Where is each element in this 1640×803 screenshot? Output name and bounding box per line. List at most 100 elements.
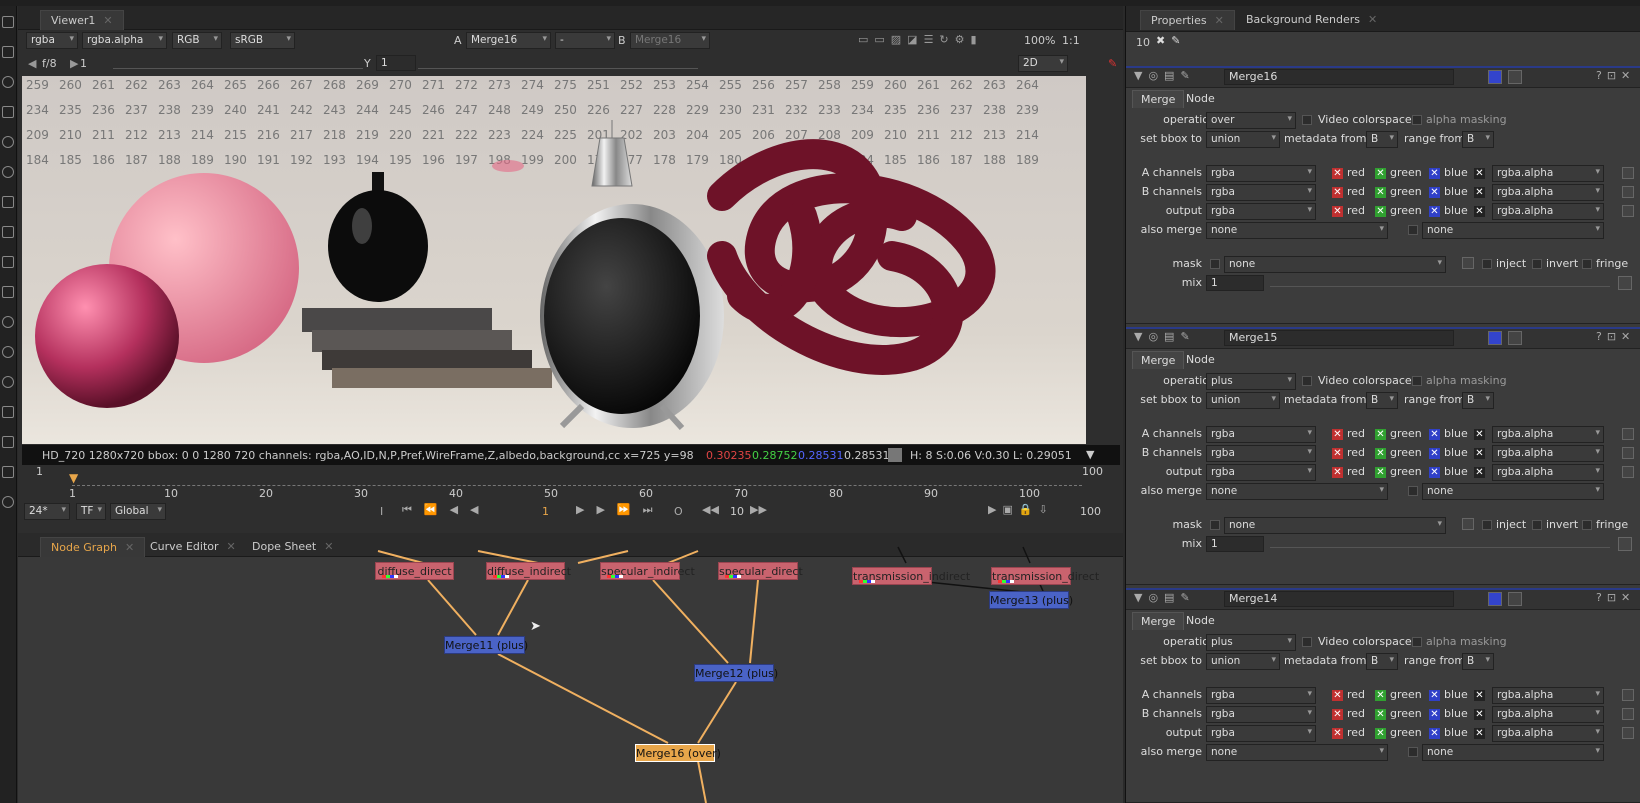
red-checkbox[interactable]: ✕	[1332, 728, 1343, 739]
playback-options-icons[interactable]: ▶▣🔒⇩	[988, 503, 1054, 516]
draw-tool-icon[interactable]	[2, 46, 14, 58]
panel-color-button[interactable]	[1488, 331, 1502, 345]
red-checkbox[interactable]: ✕	[1332, 429, 1343, 440]
filter-tool-icon[interactable]	[2, 166, 14, 178]
node-merge12[interactable]: Merge12 (plus)	[694, 664, 778, 682]
metadata-dropdown[interactable]: B	[1366, 653, 1398, 670]
range-dropdown[interactable]: B	[1462, 131, 1494, 148]
fstop-value[interactable]: f/8	[42, 57, 57, 70]
bbox-dropdown[interactable]: union	[1206, 392, 1280, 409]
also-merge-dropdown[interactable]: none	[1206, 483, 1388, 500]
metadata-dropdown[interactable]: B	[1366, 392, 1398, 409]
video-colorspace-checkbox[interactable]	[1302, 376, 1312, 386]
green-checkbox[interactable]: ✕	[1375, 187, 1386, 198]
toolsets-tool-icon[interactable]	[2, 436, 14, 448]
alpha-dropdown[interactable]: rgba.alpha	[82, 32, 167, 49]
alpha-checkbox[interactable]: ✕	[1474, 728, 1485, 739]
alpha-checkbox[interactable]: ✕	[1474, 429, 1485, 440]
panel-tool-icons[interactable]: ✖✎	[1156, 34, 1186, 47]
blue-checkbox[interactable]: ✕	[1429, 206, 1440, 217]
particles-tool-icon[interactable]	[2, 316, 14, 328]
mask-checkbox[interactable]	[1210, 520, 1220, 530]
tab-merge[interactable]: Merge	[1132, 90, 1185, 108]
alpha-channel-dropdown[interactable]: rgba.alpha	[1492, 445, 1604, 462]
blue-checkbox[interactable]: ✕	[1429, 429, 1440, 440]
metadata-dropdown[interactable]: B	[1366, 131, 1398, 148]
time-tool-icon[interactable]	[2, 76, 14, 88]
red-checkbox[interactable]: ✕	[1332, 168, 1343, 179]
image-tool-icon[interactable]	[2, 16, 14, 28]
mix-field[interactable]: 1	[1206, 536, 1264, 552]
channel-tool-icon[interactable]	[2, 106, 14, 118]
fringe-checkbox[interactable]	[1582, 520, 1592, 530]
bbox-dropdown[interactable]: union	[1206, 131, 1280, 148]
video-colorspace-checkbox[interactable]	[1302, 637, 1312, 647]
keyer-tool-icon[interactable]	[2, 196, 14, 208]
operation-dropdown[interactable]: plus	[1206, 634, 1296, 651]
other-tool-icon[interactable]	[2, 466, 14, 478]
channel-menu-button[interactable]	[1622, 727, 1634, 739]
tab-merge[interactable]: Merge	[1132, 612, 1185, 630]
a-channels-dropdown[interactable]: rgba	[1206, 426, 1316, 443]
panel-header-icons[interactable]: ▼◎▤✎	[1134, 69, 1196, 82]
alpha-checkbox[interactable]: ✕	[1474, 448, 1485, 459]
tab-viewer1[interactable]: Viewer1 ✕	[40, 10, 124, 30]
also-merge-checkbox[interactable]	[1408, 747, 1418, 757]
alpha-checkbox[interactable]: ✕	[1474, 168, 1485, 179]
red-checkbox[interactable]: ✕	[1332, 206, 1343, 217]
also-merge-checkbox[interactable]	[1408, 225, 1418, 235]
alpha-channel-dropdown[interactable]: rgba.alpha	[1492, 165, 1604, 182]
output-dropdown[interactable]: rgba	[1206, 203, 1316, 220]
channels-dropdown[interactable]: rgba	[26, 32, 78, 49]
blue-checkbox[interactable]: ✕	[1429, 168, 1440, 179]
mask-dropdown[interactable]: none	[1224, 256, 1446, 273]
mask-channel-button[interactable]	[1462, 257, 1474, 269]
panel-header-icons[interactable]: ▼◎▤✎	[1134, 591, 1196, 604]
a-channels-dropdown[interactable]: rgba	[1206, 687, 1316, 704]
frame-field[interactable]: 1	[542, 505, 549, 518]
step-value[interactable]: 10	[730, 505, 744, 518]
operation-dropdown[interactable]: over	[1206, 112, 1296, 129]
fps-dropdown[interactable]: 24*	[24, 503, 70, 520]
alpha-channel-dropdown[interactable]: rgba.alpha	[1492, 426, 1604, 443]
output-dropdown[interactable]: rgba	[1206, 464, 1316, 481]
channel-menu-button[interactable]	[1622, 167, 1634, 179]
green-checkbox[interactable]: ✕	[1375, 690, 1386, 701]
alpha-checkbox[interactable]: ✕	[1474, 690, 1485, 701]
blue-checkbox[interactable]: ✕	[1429, 187, 1440, 198]
node-merge11[interactable]: Merge11 (plus)	[444, 636, 528, 654]
tf-dropdown[interactable]: TF	[76, 503, 106, 520]
blue-checkbox[interactable]: ✕	[1429, 448, 1440, 459]
red-checkbox[interactable]: ✕	[1332, 187, 1343, 198]
out-point-button[interactable]: O	[674, 505, 683, 518]
viewer-image[interactable]: 259 260 261 262 263 264 265 266 267 268 269 270 271 2…	[22, 76, 1086, 444]
display-mode-dropdown[interactable]: RGB	[172, 32, 222, 49]
color-tool-icon[interactable]	[2, 136, 14, 148]
close-icon[interactable]: ✕	[103, 14, 112, 27]
green-checkbox[interactable]: ✕	[1375, 448, 1386, 459]
lut-dropdown[interactable]: sRGB	[230, 32, 295, 49]
mix-slider[interactable]	[1270, 277, 1610, 287]
range-dropdown[interactable]: B	[1462, 653, 1494, 670]
alpha-masking-checkbox[interactable]	[1412, 115, 1422, 125]
channel-menu-button[interactable]	[1622, 466, 1634, 478]
channel-menu-button[interactable]	[1622, 205, 1634, 217]
inject-checkbox[interactable]	[1482, 520, 1492, 530]
alpha-channel-dropdown[interactable]: rgba.alpha	[1492, 687, 1604, 704]
gamma-value[interactable]: 1	[376, 55, 416, 71]
red-checkbox[interactable]: ✕	[1332, 709, 1343, 720]
alpha-masking-checkbox[interactable]	[1412, 637, 1422, 647]
merge-tool-icon[interactable]	[2, 226, 14, 238]
panel-color-button[interactable]	[1508, 592, 1522, 606]
transform-tool-icon[interactable]	[2, 256, 14, 268]
ratio-dropdown[interactable]: 1:1	[1062, 34, 1080, 47]
a-channels-dropdown[interactable]: rgba	[1206, 165, 1316, 182]
tab-properties[interactable]: Properties ✕	[1140, 10, 1235, 30]
panel-color-button[interactable]	[1508, 331, 1522, 345]
channel-menu-button[interactable]	[1622, 186, 1634, 198]
also-merge-dropdown[interactable]: none	[1206, 744, 1388, 761]
also-merge-2-dropdown[interactable]: none	[1422, 222, 1604, 239]
viewer-tool-icons[interactable]: ▭▭▨◪☰↻⚙▮	[858, 33, 983, 46]
in-point-button[interactable]: I	[380, 505, 383, 518]
close-icon[interactable]: ✕	[1368, 13, 1377, 26]
